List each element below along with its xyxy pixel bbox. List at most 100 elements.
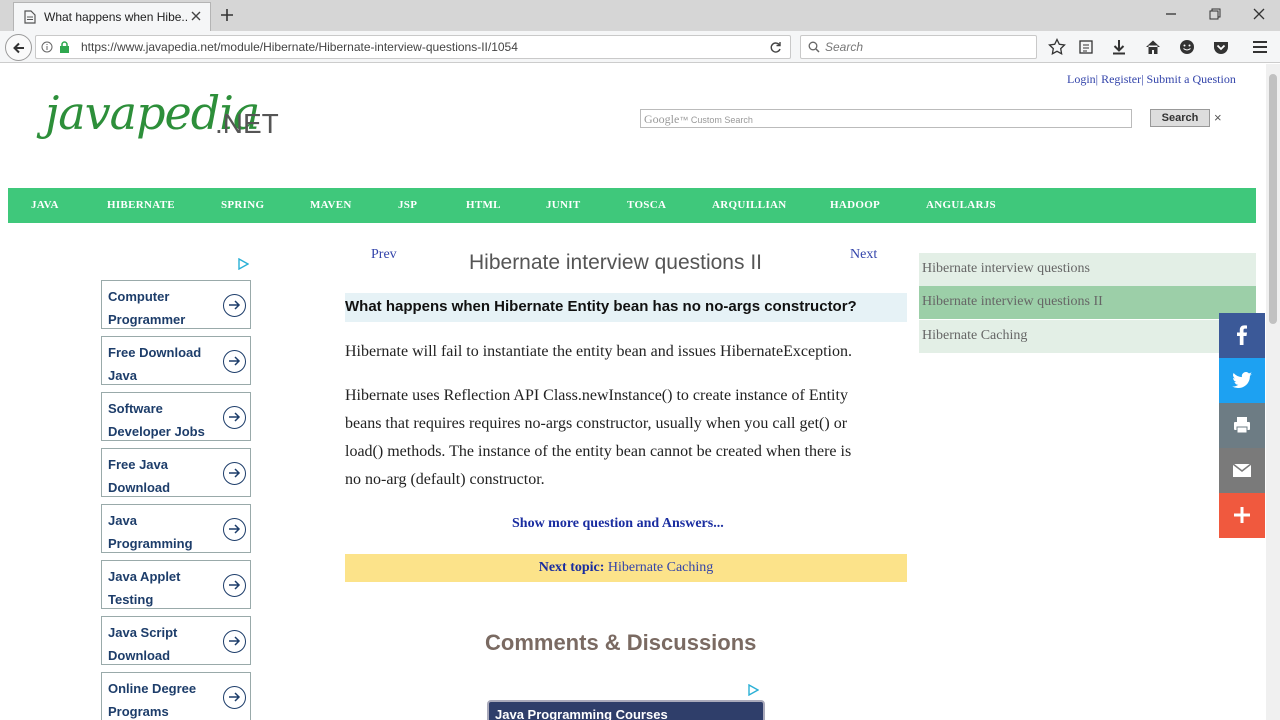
submit-question-link[interactable]: Submit a Question — [1146, 72, 1235, 86]
answer-line: Hibernate uses Reflection API Class.newI… — [345, 387, 848, 404]
page-title: Hibernate interview questions II — [469, 251, 762, 274]
new-tab-icon[interactable] — [219, 7, 235, 23]
question-heading: What happens when Hibernate Entity bean … — [345, 293, 907, 322]
menu-item-maven[interactable]: MAVEN — [310, 199, 352, 211]
restore-icon[interactable] — [1208, 7, 1222, 21]
page-icon — [24, 10, 36, 24]
menu-item-java[interactable]: JAVA — [31, 199, 59, 211]
print-icon — [1234, 417, 1250, 434]
google-search-label: Google™ Custom Search — [644, 112, 753, 126]
share-more-button[interactable] — [1219, 493, 1265, 538]
download-icon[interactable] — [1110, 38, 1128, 56]
ad-link[interactable]: Java Programming — [101, 504, 251, 553]
answer-line: load() methods. The instance of the enti… — [345, 443, 852, 460]
url-text: https://www.javapedia.net/module/Hiberna… — [81, 40, 518, 54]
main-menu: JAVA HIBERNATE SPRING MAVEN JSP HTML JUN… — [8, 188, 1256, 223]
email-icon — [1232, 463, 1252, 477]
plus-icon — [1234, 507, 1250, 523]
share-email-button[interactable] — [1219, 448, 1265, 493]
menu-item-html[interactable]: HTML — [466, 199, 501, 211]
menu-item-junit[interactable]: JUNIT — [546, 199, 581, 211]
browser-tab-bar: What happens when Hibe... — [0, 0, 1280, 31]
reading-list-icon[interactable] — [1077, 38, 1095, 56]
close-tab-icon[interactable] — [190, 10, 202, 22]
scrollbar-thumb[interactable] — [1269, 74, 1277, 324]
sidebar-item[interactable]: Hibernate Caching — [919, 320, 1256, 353]
menu-item-hibernate[interactable]: HIBERNATE — [107, 199, 175, 211]
lock-icon — [60, 41, 69, 53]
page-scrollbar[interactable] — [1266, 64, 1280, 720]
menu-item-arquillian[interactable]: ARQUILLIAN — [712, 199, 787, 211]
answer-paragraph: Hibernate will fail to instantiate the e… — [345, 343, 852, 360]
menu-item-spring[interactable]: SPRING — [221, 199, 264, 211]
twitter-icon — [1232, 371, 1252, 389]
share-facebook-button[interactable] — [1219, 313, 1265, 358]
info-icon[interactable] — [41, 41, 53, 53]
arrow-right-icon — [223, 462, 246, 485]
ad-label: Free Java Download — [108, 457, 171, 495]
ad-label: Free Download Java — [108, 345, 202, 383]
login-link[interactable]: Login — [1067, 72, 1096, 86]
browser-search-input[interactable]: Search — [800, 35, 1037, 59]
google-custom-search-input[interactable]: Google™ Custom Search — [640, 109, 1132, 128]
menu-hamburger-icon[interactable] — [1251, 38, 1269, 56]
menu-item-angularjs[interactable]: ANGULARJS — [926, 199, 996, 211]
ad-link[interactable]: Online Degree Programs — [101, 672, 251, 720]
hello-chat-icon[interactable] — [1178, 38, 1196, 56]
next-topic-link[interactable]: Hibernate Caching — [608, 560, 713, 575]
ad-label: Computer Programmer — [108, 289, 186, 327]
close-window-icon[interactable] — [1252, 7, 1266, 21]
ad-label: Software Developer Jobs — [108, 401, 205, 439]
menu-item-hadoop[interactable]: HADOOP — [830, 199, 880, 211]
ad-label: Java Programming — [108, 513, 193, 551]
adchoices-icon[interactable] — [747, 684, 759, 696]
answer-line: beans that requires requires no-args con… — [345, 415, 848, 432]
adchoices-icon[interactable] — [237, 258, 249, 270]
search-icon — [808, 41, 820, 53]
search-button[interactable]: Search — [1150, 109, 1210, 127]
back-button[interactable] — [5, 34, 32, 61]
show-more-link[interactable]: Show more question and Answers... — [512, 516, 724, 532]
ad-link[interactable]: Free Download Java — [101, 336, 251, 385]
search-placeholder: Search — [825, 40, 864, 54]
bookmark-star-icon[interactable] — [1048, 38, 1066, 56]
browser-nav-bar: https://www.javapedia.net/module/Hiberna… — [0, 31, 1280, 63]
pocket-icon[interactable] — [1212, 38, 1230, 56]
next-topic-label: Next topic: — [538, 560, 605, 575]
answer-line: no no-arg (default) constructor. — [345, 471, 545, 488]
prev-link[interactable]: Prev — [371, 247, 397, 263]
ad-link[interactable]: Java Applet Testing — [101, 560, 251, 609]
answer-paragraph: Hibernate uses Reflection API Class.newI… — [345, 382, 907, 494]
browser-tab-active[interactable]: What happens when Hibe... — [13, 2, 211, 31]
menu-item-jsp[interactable]: JSP — [398, 199, 417, 211]
arrow-right-icon — [223, 350, 246, 373]
share-print-button[interactable] — [1219, 403, 1265, 448]
ad-label: Java Script Download — [108, 625, 178, 663]
arrow-right-icon — [223, 574, 246, 597]
site-logo[interactable]: javapedia .NET — [45, 86, 279, 166]
next-link[interactable]: Next — [850, 247, 877, 263]
facebook-icon — [1237, 325, 1247, 345]
ad-link[interactable]: Java Script Download — [101, 616, 251, 665]
sidebar-item[interactable]: Hibernate interview questions — [919, 253, 1256, 286]
share-twitter-button[interactable] — [1219, 358, 1265, 403]
ad-link[interactable]: Software Developer Jobs — [101, 392, 251, 441]
sidebar-item-active[interactable]: Hibernate interview questions II — [919, 286, 1256, 319]
register-link[interactable]: Register — [1101, 72, 1141, 86]
tab-title: What happens when Hibe... — [44, 10, 189, 24]
arrow-right-icon — [223, 630, 246, 653]
reload-icon[interactable] — [769, 41, 782, 54]
clear-search-icon[interactable]: × — [1214, 110, 1222, 125]
ad-link[interactable]: Free Java Download — [101, 448, 251, 497]
home-icon[interactable] — [1144, 38, 1162, 56]
comments-heading: Comments & Discussions — [485, 630, 757, 655]
web-page: Login| Register| Submit a Question javap… — [0, 64, 1266, 720]
menu-item-tosca[interactable]: TOSCA — [627, 199, 666, 211]
minimize-icon[interactable] — [1164, 7, 1178, 21]
bottom-ad-button[interactable]: Java Programming Courses — [487, 700, 765, 720]
arrow-right-icon — [223, 406, 246, 429]
ad-link[interactable]: Computer Programmer — [101, 280, 251, 329]
logo-suffix: .NET — [215, 108, 279, 139]
ad-label: Online Degree Programs — [108, 681, 197, 719]
url-bar[interactable]: https://www.javapedia.net/module/Hiberna… — [35, 35, 791, 59]
